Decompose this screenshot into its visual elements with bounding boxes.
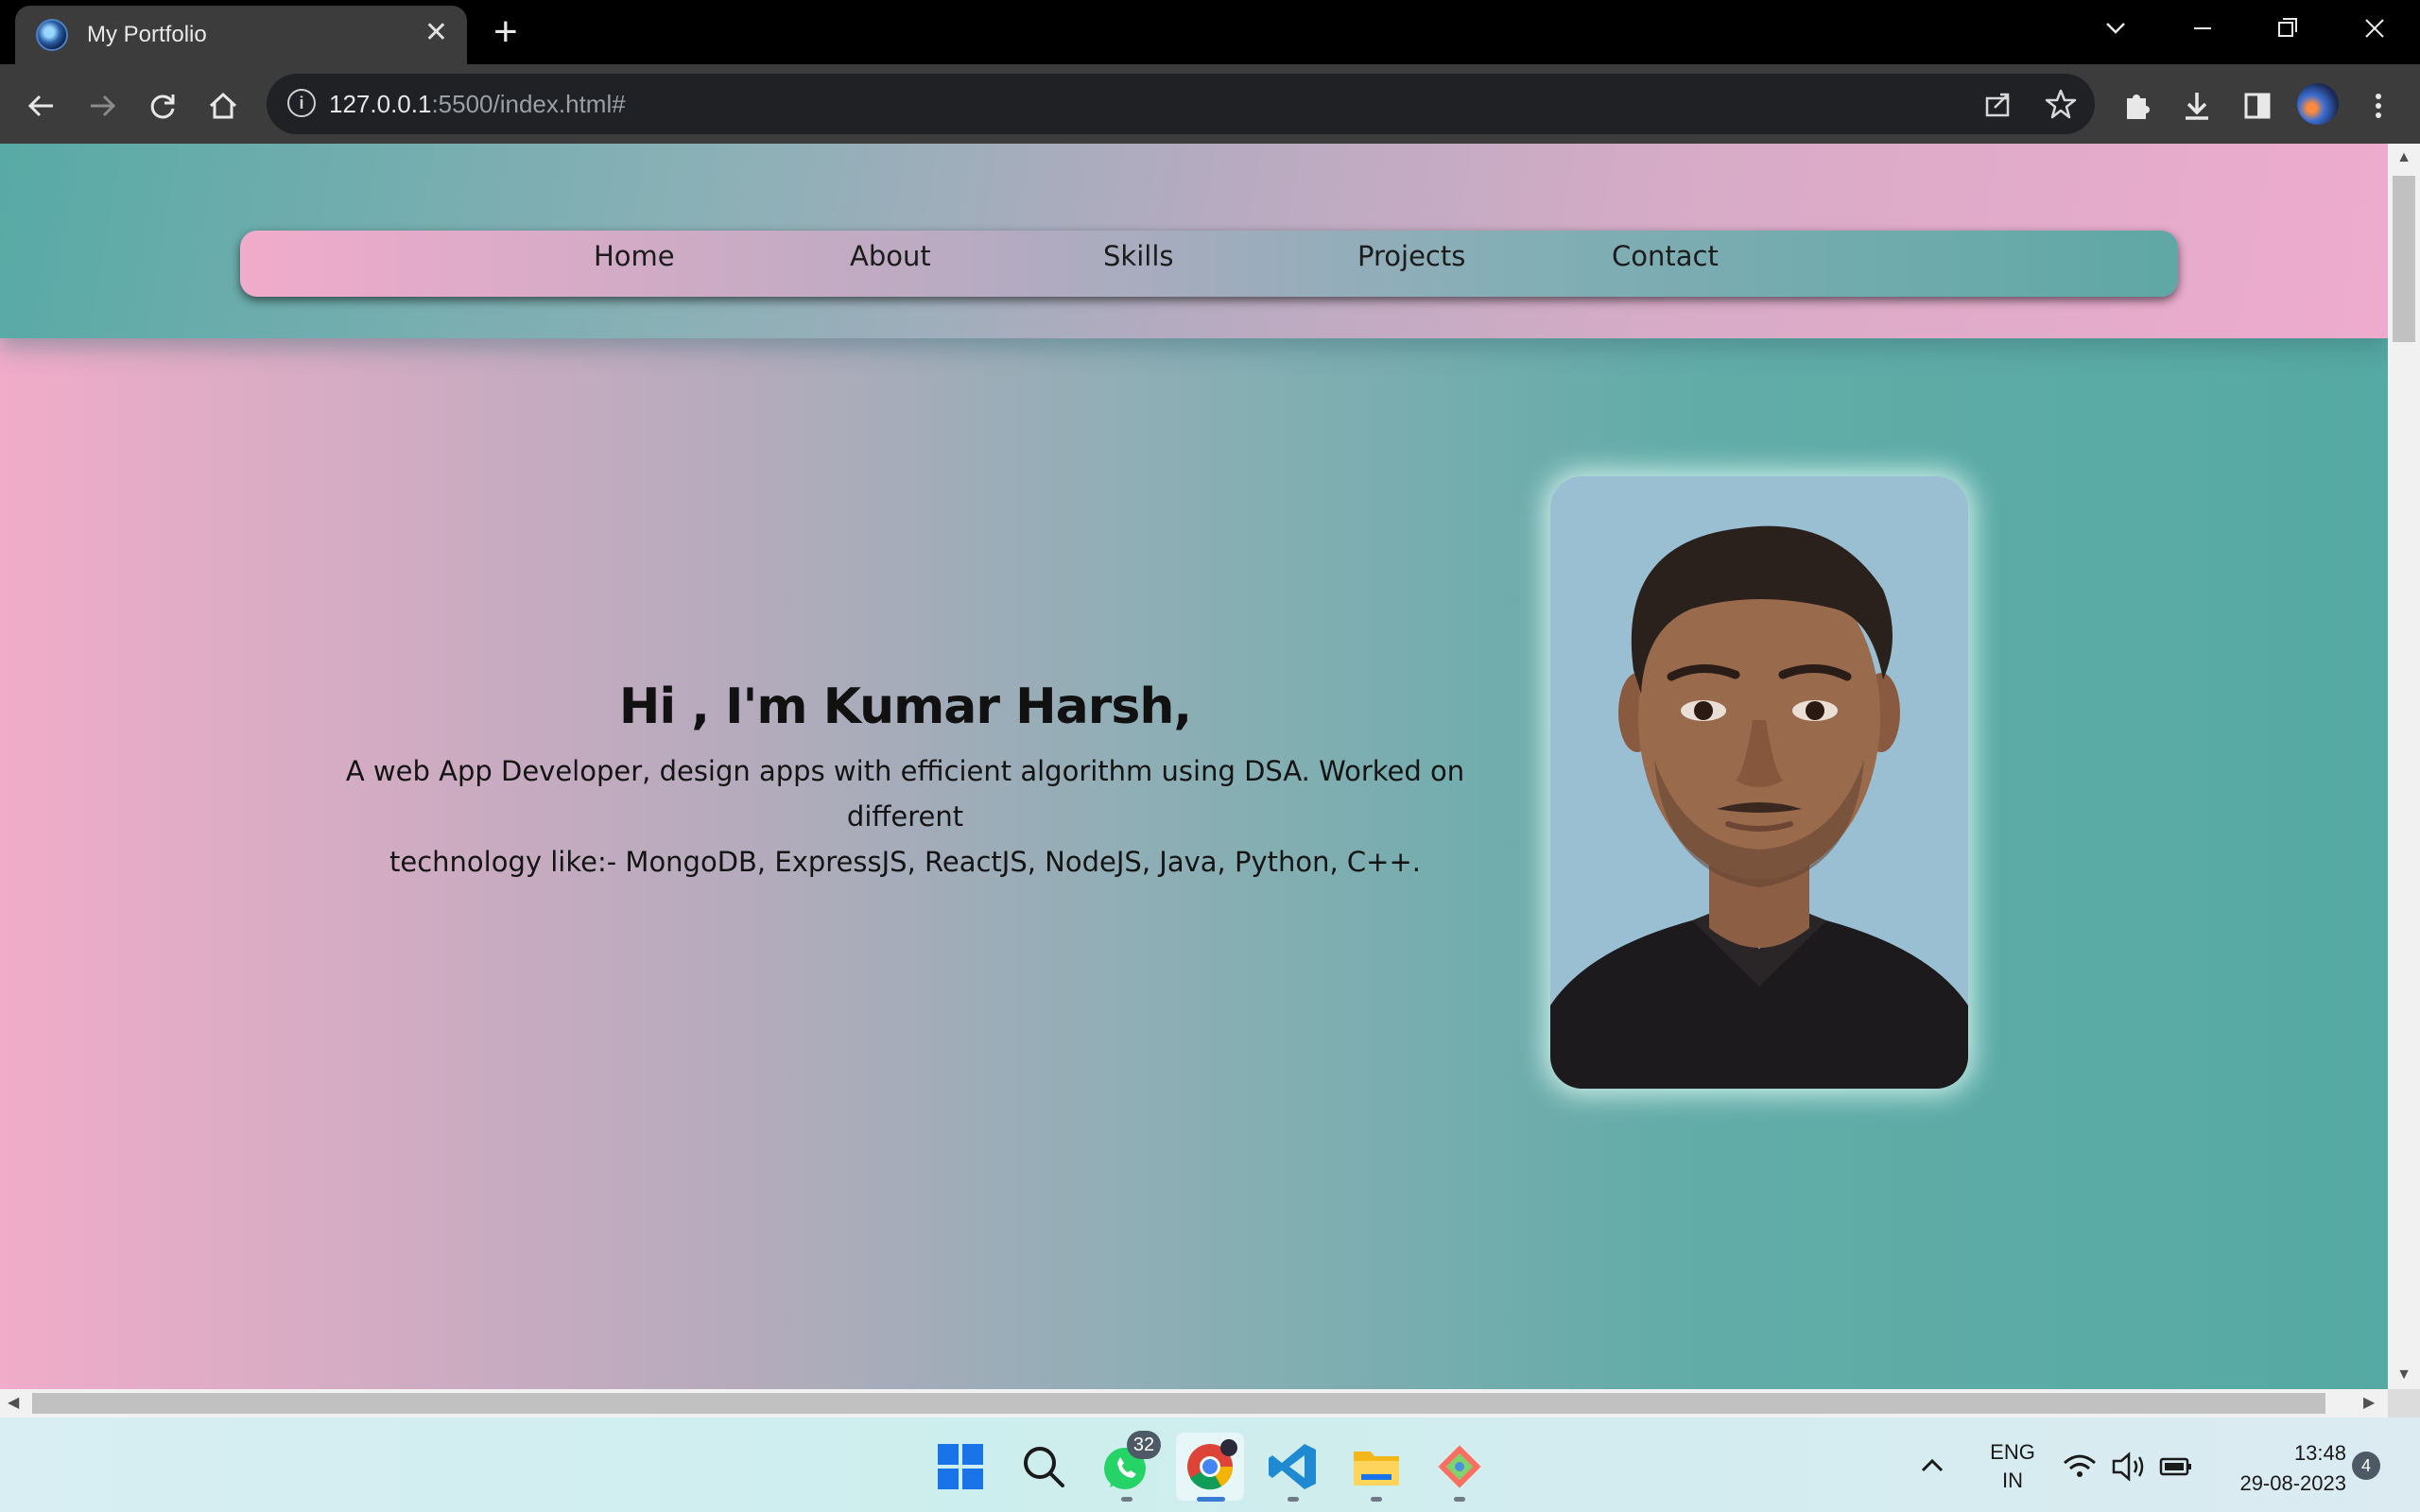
whatsapp-badge: 32 <box>1127 1431 1161 1459</box>
windows-start-icon[interactable] <box>932 1438 989 1495</box>
profile-portrait-illustration <box>1550 476 1968 1089</box>
nav-contact-link[interactable]: Contact <box>1612 240 1719 272</box>
browser-title-bar: My Portfolio ✕ + <box>0 0 2420 64</box>
profile-avatar[interactable] <box>2297 83 2339 125</box>
scroll-right-arrow-icon[interactable]: ▶ <box>2363 1393 2375 1412</box>
restore-button[interactable] <box>2259 8 2316 61</box>
site-info-icon[interactable]: i <box>287 89 316 117</box>
chrome-active-indicator <box>1197 1497 1225 1502</box>
tray-overflow-chevron-icon[interactable] <box>1913 1438 1951 1495</box>
clock-time: 13:48 <box>2293 1441 2346 1465</box>
share-icon[interactable] <box>1978 83 2019 125</box>
scroll-left-arrow-icon[interactable]: ◀ <box>8 1393 19 1412</box>
clock[interactable]: 13:48 29-08-2023 <box>2214 1438 2346 1499</box>
vscode-icon[interactable] <box>1265 1438 1322 1495</box>
git-tool-running-indicator <box>1454 1497 1465 1502</box>
browser-toolbar: i 127.0.0.1:5500/index.html# <box>0 64 2420 144</box>
side-panel-icon[interactable] <box>2235 83 2280 129</box>
vscode-running-indicator <box>1288 1497 1299 1502</box>
clock-date: 29-08-2023 <box>2239 1471 2346 1495</box>
notification-count-badge[interactable]: 4 <box>2352 1452 2380 1480</box>
hero-description-line-1: A web App Developer, design apps with ef… <box>345 755 1465 833</box>
tab-title: My Portfolio <box>87 22 207 47</box>
browser-tab-active[interactable]: My Portfolio ✕ <box>15 6 467 64</box>
chrome-taskbar-button[interactable] <box>1176 1433 1244 1501</box>
extensions-icon[interactable] <box>2114 83 2159 129</box>
language-code: ENG <box>1990 1440 2035 1464</box>
language-indicator[interactable]: ENG IN <box>1981 1438 2044 1495</box>
downloads-icon[interactable] <box>2174 83 2220 129</box>
profile-photo <box>1550 476 1968 1089</box>
bookmark-star-icon[interactable] <box>2040 83 2082 125</box>
minimize-button[interactable] <box>2174 8 2231 61</box>
file-explorer-icon[interactable] <box>1348 1438 1405 1495</box>
vertical-scroll-thumb[interactable] <box>2393 176 2415 342</box>
scroll-up-arrow-icon[interactable]: ▲ <box>2388 149 2420 166</box>
url-text[interactable]: 127.0.0.1:5500/index.html# <box>329 90 626 119</box>
horizontal-scrollbar[interactable]: ◀ ▶ <box>0 1389 2388 1418</box>
home-button[interactable] <box>200 83 246 129</box>
region-code: IN <box>2002 1469 2023 1492</box>
hero-description-line-2: technology like:- MongoDB, ExpressJS, Re… <box>389 846 1421 878</box>
volume-icon[interactable] <box>2110 1438 2148 1495</box>
forward-button[interactable] <box>79 83 125 129</box>
chrome-menu-icon[interactable] <box>2356 83 2401 129</box>
wifi-icon[interactable] <box>2061 1438 2099 1495</box>
navbar: Home About Skills Projects Contact <box>240 231 2178 297</box>
hero-description: A web App Developer, design apps with ef… <box>293 748 1517 885</box>
new-tab-button[interactable]: + <box>493 11 518 53</box>
nav-home-link[interactable]: Home <box>594 240 675 272</box>
close-window-button[interactable] <box>2346 8 2403 61</box>
vertical-scrollbar[interactable]: ▲ ▼ <box>2388 144 2420 1389</box>
nav-skills-link[interactable]: Skills <box>1103 240 1173 272</box>
whatsapp-icon[interactable]: 32 <box>1098 1431 1161 1495</box>
page-viewport: Home About Skills Projects Contact Hi , … <box>0 144 2388 1389</box>
chrome-icon <box>1187 1439 1237 1490</box>
hero-title: Hi , I'm Kumar Harsh, <box>618 679 1192 735</box>
scrollbar-corner <box>2388 1389 2420 1418</box>
nav-projects-link[interactable]: Projects <box>1357 240 1465 272</box>
whatsapp-running-indicator <box>1121 1497 1132 1502</box>
url-path: :5500/index.html# <box>431 90 626 118</box>
scroll-down-arrow-icon[interactable]: ▼ <box>2388 1366 2420 1383</box>
tab-close-icon[interactable]: ✕ <box>424 19 448 47</box>
search-icon[interactable] <box>1015 1438 1072 1495</box>
git-tool-icon[interactable] <box>1431 1438 1488 1495</box>
reload-button[interactable] <box>140 83 185 129</box>
taskbar: 32 ENG IN 13:48 29-08-2023 4 <box>0 1418 2420 1512</box>
url-host: 127.0.0.1 <box>329 90 432 118</box>
address-bar[interactable]: i 127.0.0.1:5500/index.html# <box>267 74 2095 134</box>
explorer-running-indicator <box>1371 1497 1382 1502</box>
site-favicon-icon <box>36 19 68 51</box>
tab-search-chevron-icon[interactable] <box>2087 8 2144 61</box>
battery-icon[interactable] <box>2157 1438 2195 1495</box>
back-button[interactable] <box>19 83 64 129</box>
horizontal-scroll-thumb[interactable] <box>32 1393 2325 1414</box>
nav-about-link[interactable]: About <box>850 240 931 272</box>
